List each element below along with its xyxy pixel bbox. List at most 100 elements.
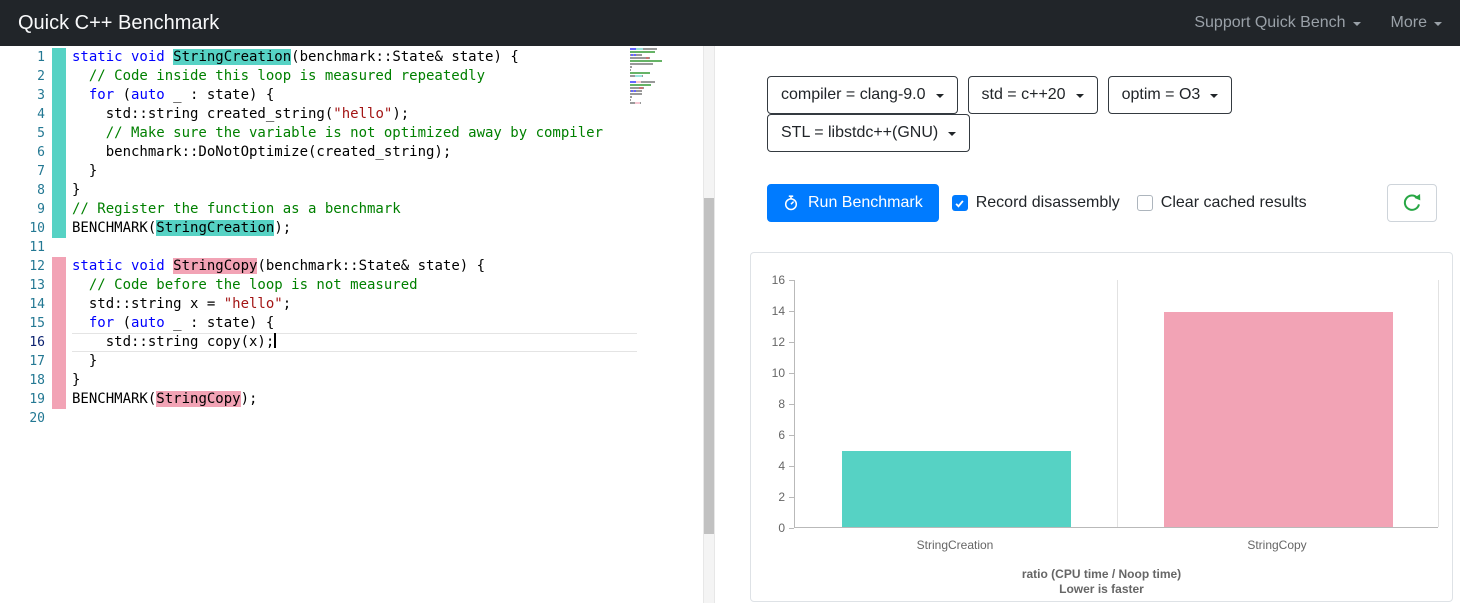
line-number: 4 <box>37 107 45 122</box>
code-text: // Register the function as a benchmark <box>72 200 637 219</box>
line-number: 16 <box>29 335 45 350</box>
code-line[interactable]: 10 BENCHMARK(StringCreation); <box>0 219 637 238</box>
code-token: // Code inside this loop is measured rep… <box>72 68 486 84</box>
code-line[interactable]: 2 // Code inside this loop is measured r… <box>0 67 637 86</box>
code-token: for <box>88 315 115 331</box>
code-line[interactable]: 9 // Register the function as a benchmark <box>0 200 637 219</box>
y-axis-tick-mark <box>789 435 794 436</box>
code-line[interactable]: 19 BENCHMARK(StringCopy); <box>0 390 637 409</box>
code-line[interactable]: 3 for (auto _ : state) { <box>0 86 637 105</box>
code-line[interactable]: 13 // Code before the loop is not measur… <box>0 276 637 295</box>
std-dropdown[interactable]: std = c++20 <box>967 76 1098 114</box>
code-text: BENCHMARK(StringCopy); <box>72 390 637 409</box>
y-axis-tick-label: 8 <box>778 397 785 411</box>
code-text: static void StringCreation(benchmark::St… <box>72 48 637 67</box>
gutter-spacer <box>52 409 66 428</box>
nav-item-more[interactable]: More <box>1391 14 1442 32</box>
nav-item-support[interactable]: Support Quick Bench <box>1194 14 1361 32</box>
minimap-line <box>630 51 670 53</box>
caret-down-icon <box>1352 22 1361 26</box>
code-text: // Code before the loop is not measured <box>72 276 637 295</box>
code-token: (benchmark::State& state) { <box>257 258 486 274</box>
code-line[interactable]: 12 static void StringCopy(benchmark::Stat… <box>0 257 637 276</box>
chart-bar-stringcreation[interactable] <box>841 451 1071 527</box>
code-token: benchmark::DoNotOptimize(created_string)… <box>72 144 452 160</box>
gutter-highlight-stripe <box>52 352 66 371</box>
y-axis-tick-label: 16 <box>771 273 785 287</box>
code-token: (benchmark::State& state) { <box>291 49 519 65</box>
minimap-line <box>630 60 670 62</box>
code-text: } <box>72 162 637 181</box>
gutter-highlight-stripe <box>52 143 66 162</box>
code-token: } <box>72 353 98 369</box>
minimap-line <box>630 78 670 80</box>
minimap[interactable] <box>630 48 670 108</box>
scrollbar-thumb[interactable] <box>704 198 714 534</box>
code-text: } <box>72 371 637 390</box>
line-number: 12 <box>29 259 45 274</box>
optim-dropdown[interactable]: optim = O3 <box>1107 76 1233 114</box>
code-line[interactable]: 14 std::string x = "hello"; <box>0 295 637 314</box>
code-token: } <box>72 372 81 388</box>
code-line[interactable]: 8} <box>0 181 637 200</box>
gutter-highlight-stripe <box>52 219 66 238</box>
gutter-highlight-stripe <box>52 67 66 86</box>
stl-dropdown[interactable]: STL = libstdc++(GNU) <box>767 114 971 152</box>
code-line[interactable]: 11 <box>0 238 637 257</box>
stl-dropdown-label: STL = libstdc++(GNU) <box>781 124 939 141</box>
minimap-line <box>630 87 670 89</box>
y-axis-tick-mark <box>789 404 794 405</box>
gutter-highlight-stripe <box>52 314 66 333</box>
compiler-dropdown[interactable]: compiler = clang-9.0 <box>767 76 958 114</box>
code-token: std::string x = <box>72 296 224 312</box>
refresh-button[interactable] <box>1387 184 1437 222</box>
code-token: std::string copy(x); <box>72 334 275 350</box>
code-line[interactable]: 18} <box>0 371 637 390</box>
run-benchmark-label: Run Benchmark <box>808 194 923 211</box>
code-token: } <box>72 182 81 198</box>
gutter-highlight-stripe <box>52 48 66 67</box>
minimap-line <box>630 72 670 74</box>
gutter-highlight-stripe <box>52 390 66 409</box>
code-token: BENCHMARK( <box>72 391 157 407</box>
line-number: 3 <box>37 88 45 103</box>
code-token: for <box>88 87 115 103</box>
code-line[interactable]: 7 } <box>0 162 637 181</box>
navbar: Quick C++ Benchmark Support Quick Bench … <box>0 0 1460 46</box>
record-disassembly-label: Record disassembly <box>975 194 1120 211</box>
code-line[interactable]: 5 // Make sure the variable is not optim… <box>0 124 637 143</box>
optim-dropdown-label: optim = O3 <box>1121 86 1201 103</box>
record-disassembly-checkbox[interactable] <box>951 195 968 211</box>
code-token: ); <box>240 391 258 407</box>
code-line[interactable]: 4 std::string created_string("hello"); <box>0 105 637 124</box>
x-axis-category-label: StringCreation <box>916 538 994 552</box>
pane-splitter[interactable] <box>703 46 715 603</box>
gutter-highlight-stripe <box>52 162 66 181</box>
navbar-right: Support Quick Bench More <box>1194 14 1442 32</box>
minimap-line <box>630 105 670 107</box>
nav-item-more-label: More <box>1390 14 1427 31</box>
code-token: static void <box>72 258 174 274</box>
code-line[interactable]: 15 for (auto _ : state) { <box>0 314 637 333</box>
code-line[interactable]: 1 static void StringCreation(benchmark::S… <box>0 48 637 67</box>
minimap-line <box>630 57 670 59</box>
nav-item-support-label: Support Quick Bench <box>1194 14 1346 31</box>
line-number: 10 <box>29 221 45 236</box>
code-text: std::string copy(x); <box>72 333 637 352</box>
chart-subtitle: Lower is faster <box>1059 582 1144 596</box>
code-line[interactable]: 16 std::string copy(x); <box>0 333 637 352</box>
gutter-highlight-stripe <box>52 200 66 219</box>
code-line[interactable]: 20 <box>0 409 637 428</box>
clear-cached-checkbox[interactable] <box>1136 195 1153 211</box>
chart-bar-stringcopy[interactable] <box>1163 311 1393 527</box>
code-line[interactable]: 6 benchmark::DoNotOptimize(created_strin… <box>0 143 637 162</box>
minimap-line <box>630 90 670 92</box>
code-editor[interactable]: 1 static void StringCreation(benchmark::S… <box>0 46 715 603</box>
std-dropdown-label: std = c++20 <box>981 86 1066 103</box>
code-token: StringCreation <box>156 220 275 236</box>
code-line[interactable]: 17 } <box>0 352 637 371</box>
y-axis-tick-label: 12 <box>771 335 785 349</box>
run-benchmark-button[interactable]: Run Benchmark <box>767 184 939 222</box>
